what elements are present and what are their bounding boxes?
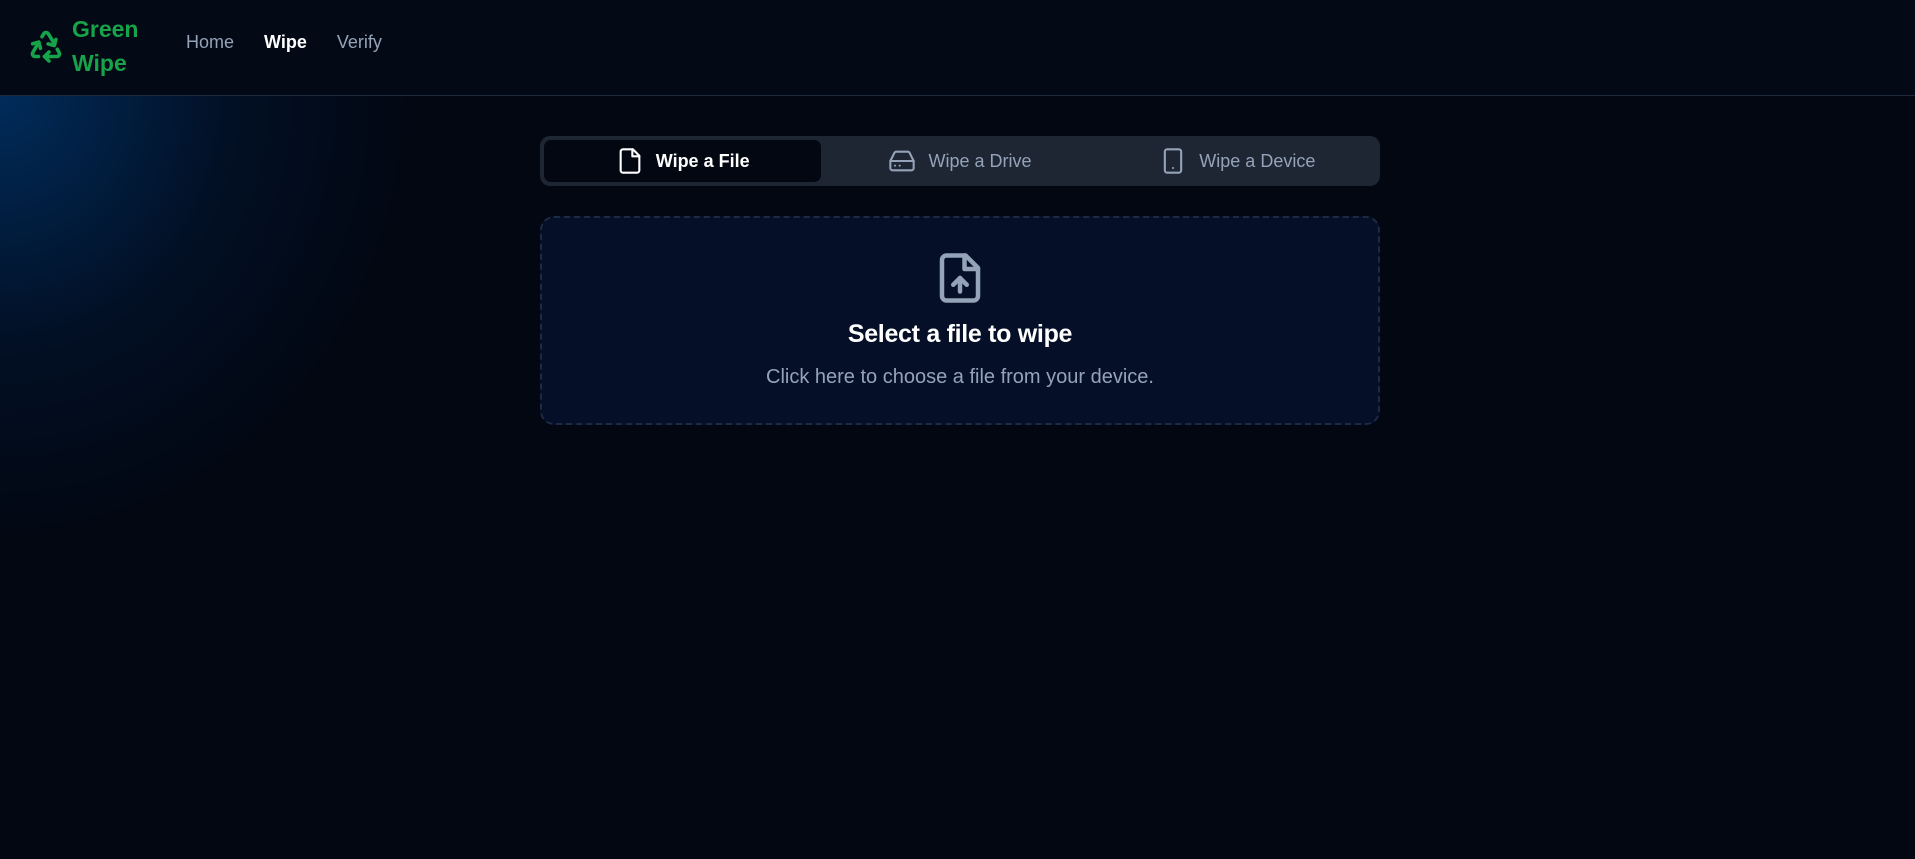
brand-logo[interactable]: Green Wipe xyxy=(28,12,152,80)
file-icon xyxy=(619,148,641,174)
nav-verify[interactable]: Verify xyxy=(337,32,382,53)
tab-wipe-drive[interactable]: Wipe a Drive xyxy=(821,140,1098,182)
tab-wipe-device-label: Wipe a Device xyxy=(1199,150,1316,171)
file-dropzone[interactable]: Select a file to wipe Click here to choo… xyxy=(540,216,1380,425)
file-upload-icon xyxy=(939,253,981,303)
nav-wipe[interactable]: Wipe xyxy=(264,32,307,53)
tab-wipe-drive-label: Wipe a Drive xyxy=(928,150,1032,171)
recycle-icon xyxy=(30,30,62,63)
main-nav: Home Wipe Verify xyxy=(186,32,382,53)
brand-name: Green Wipe xyxy=(72,16,139,76)
smartphone-icon xyxy=(1164,148,1183,174)
tab-wipe-file-label: Wipe a File xyxy=(655,150,750,171)
nav-home[interactable]: Home xyxy=(186,32,234,53)
tab-wipe-device[interactable]: Wipe a Device xyxy=(1099,140,1376,182)
dropzone-subtitle: Click here to choose a file from your de… xyxy=(766,366,1154,388)
tab-wipe-file[interactable]: Wipe a File xyxy=(544,140,822,182)
wipe-mode-tabs: Wipe a File Wipe a Drive Wipe a Device xyxy=(540,136,1380,186)
top-navbar: Green Wipe Home Wipe Verify xyxy=(0,0,1915,96)
dropzone-title: Select a file to wipe xyxy=(847,320,1073,348)
hard-drive-icon xyxy=(889,150,916,172)
